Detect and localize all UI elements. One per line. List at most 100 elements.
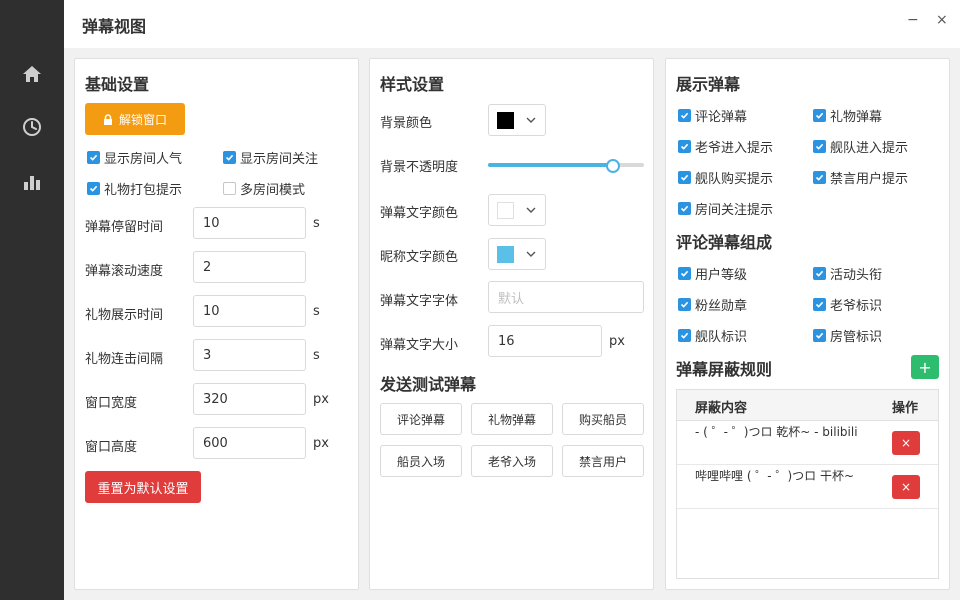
delete-rule-button[interactable]: × — [892, 431, 920, 455]
field-label-window-height: 窗口高度 — [85, 440, 138, 455]
font-input[interactable]: 默认 — [488, 281, 644, 313]
checkbox-comment[interactable]: 评论弹幕 — [678, 106, 747, 125]
checkbox-activity-title[interactable]: 活动头衔 — [813, 264, 882, 283]
checkbox-room-follow[interactable]: 房间关注提示 — [678, 199, 773, 218]
checkbox-guard-buy[interactable]: 舰队购买提示 — [678, 168, 773, 187]
field-label-window-width: 窗口宽度 — [85, 396, 138, 411]
checkbox-gift-pack-tip[interactable]: 礼物打包提示 — [87, 179, 182, 198]
unlock-window-label: 解锁窗口 — [118, 112, 167, 127]
checkbox-label: 舰队进入提示 — [830, 141, 909, 156]
check-icon — [678, 202, 691, 215]
checkbox-label: 舰队购买提示 — [695, 172, 774, 187]
checkbox-show-follows[interactable]: 显示房间关注 — [223, 148, 318, 167]
checkbox-label: 礼物弹幕 — [830, 110, 883, 125]
checkbox-label: 老爷标识 — [830, 299, 883, 314]
window-height-input[interactable]: 600 — [193, 427, 306, 459]
block-rules-table: 屏蔽内容 操作 - ( ゜- ゜)つロ 乾杯~ - bilibili × 哔哩哔… — [676, 389, 939, 579]
test-vip-enter-button[interactable]: 老爷入场 — [471, 445, 553, 477]
bg-color-swatch — [497, 112, 514, 129]
close-button[interactable]: × — [936, 12, 948, 28]
rule-text: 哔哩哔哩 ( ゜- ゜)つロ 干杯~ — [695, 469, 855, 483]
checkbox-ban-user[interactable]: 禁言用户提示 — [813, 168, 908, 187]
unlock-window-button[interactable]: 解锁窗口 — [85, 103, 185, 135]
checkbox-label: 礼物打包提示 — [104, 183, 183, 198]
nick-color-swatch — [497, 246, 514, 263]
nick-color-picker[interactable] — [488, 238, 546, 270]
text-color-label: 弹幕文字颜色 — [380, 206, 459, 221]
checkbox-guard-enter[interactable]: 舰队进入提示 — [813, 137, 908, 156]
opacity-slider-fill — [488, 163, 613, 167]
checkbox-vip-enter[interactable]: 老爷进入提示 — [678, 137, 773, 156]
check-icon — [223, 151, 236, 164]
style-settings-title: 样式设置 — [380, 75, 445, 94]
opacity-slider-handle[interactable] — [606, 159, 620, 173]
check-icon — [678, 109, 691, 122]
send-test-title: 发送测试弹幕 — [380, 375, 477, 394]
sidebar — [0, 0, 64, 600]
check-icon — [678, 298, 691, 311]
checkbox-label: 房间关注提示 — [695, 203, 774, 218]
unit-label: px — [609, 334, 625, 349]
table-header: 屏蔽内容 操作 — [677, 390, 938, 421]
bg-color-picker[interactable] — [488, 104, 546, 136]
test-buy-guard-button[interactable]: 购买船员 — [562, 403, 644, 435]
window-width-input[interactable]: 320 — [193, 383, 306, 415]
checkbox-multi-room[interactable]: 多房间模式 — [223, 179, 305, 198]
style-settings-panel: 样式设置 背景颜色 背景不透明度 弹幕文字颜色 昵称文字颜色 弹幕文字字体 默认… — [369, 58, 654, 590]
opacity-label: 背景不透明度 — [380, 160, 459, 175]
table-row: - ( ゜- ゜)つロ 乾杯~ - bilibili × — [677, 421, 938, 465]
minimize-button[interactable]: − — [907, 12, 919, 28]
nick-color-label: 昵称文字颜色 — [380, 250, 459, 265]
checkbox-label: 显示房间人气 — [104, 152, 183, 167]
checkbox-user-level[interactable]: 用户等级 — [678, 264, 747, 283]
field-label-scroll-speed: 弹幕滚动速度 — [85, 264, 164, 279]
checkbox-label: 活动头衔 — [830, 268, 883, 283]
checkbox-guard-badge[interactable]: 舰队标识 — [678, 326, 747, 345]
checkbox-label: 用户等级 — [695, 268, 748, 283]
checkbox-empty-icon — [223, 182, 236, 195]
home-icon[interactable] — [22, 64, 42, 84]
add-rule-button[interactable]: + — [911, 355, 939, 379]
check-icon — [87, 151, 100, 164]
gift-display-time-input[interactable]: 10 — [193, 295, 306, 327]
title-bar: 弹幕视图 − × — [64, 0, 960, 48]
bg-color-label: 背景颜色 — [380, 116, 433, 131]
field-label-gift-display-time: 礼物展示时间 — [85, 308, 164, 323]
display-title: 展示弹幕 — [676, 75, 741, 94]
stats-icon[interactable] — [22, 172, 42, 192]
checkbox-show-popularity[interactable]: 显示房间人气 — [87, 148, 182, 167]
test-comment-button[interactable]: 评论弹幕 — [380, 403, 462, 435]
check-icon — [678, 267, 691, 280]
unit-label: s — [313, 304, 320, 319]
check-icon — [678, 171, 691, 184]
check-icon — [87, 182, 100, 195]
checkbox-vip-badge[interactable]: 老爷标识 — [813, 295, 882, 314]
history-icon[interactable] — [22, 117, 42, 137]
rule-text: - ( ゜- ゜)つロ 乾杯~ - bilibili — [695, 425, 858, 439]
font-size-input[interactable]: 16 — [488, 325, 602, 357]
check-icon — [678, 140, 691, 153]
scroll-speed-input[interactable]: 2 — [193, 251, 306, 283]
lock-icon — [103, 113, 112, 125]
checkbox-label: 显示房间关注 — [240, 152, 319, 167]
gift-combo-interval-input[interactable]: 3 — [193, 339, 306, 371]
text-color-picker[interactable] — [488, 194, 546, 226]
reset-defaults-button[interactable]: 重置为默认设置 — [85, 471, 201, 503]
checkbox-fan-medal[interactable]: 粉丝勋章 — [678, 295, 747, 314]
stay-time-input[interactable]: 10 — [193, 207, 306, 239]
compose-title: 评论弹幕组成 — [676, 233, 773, 252]
text-color-swatch — [497, 202, 514, 219]
test-ban-user-button[interactable]: 禁言用户 — [562, 445, 644, 477]
checkbox-label: 舰队标识 — [695, 330, 748, 345]
checkbox-gift[interactable]: 礼物弹幕 — [813, 106, 882, 125]
test-gift-button[interactable]: 礼物弹幕 — [471, 403, 553, 435]
check-icon — [813, 267, 826, 280]
checkbox-label: 多房间模式 — [240, 183, 306, 198]
unit-label: s — [313, 216, 320, 231]
test-guard-enter-button[interactable]: 船员入场 — [380, 445, 462, 477]
unit-label: px — [313, 436, 329, 451]
table-row: 哔哩哔哩 ( ゜- ゜)つロ 干杯~ × — [677, 465, 938, 509]
delete-rule-button[interactable]: × — [892, 475, 920, 499]
checkbox-admin-badge[interactable]: 房管标识 — [813, 326, 882, 345]
basic-settings-title: 基础设置 — [85, 75, 150, 94]
